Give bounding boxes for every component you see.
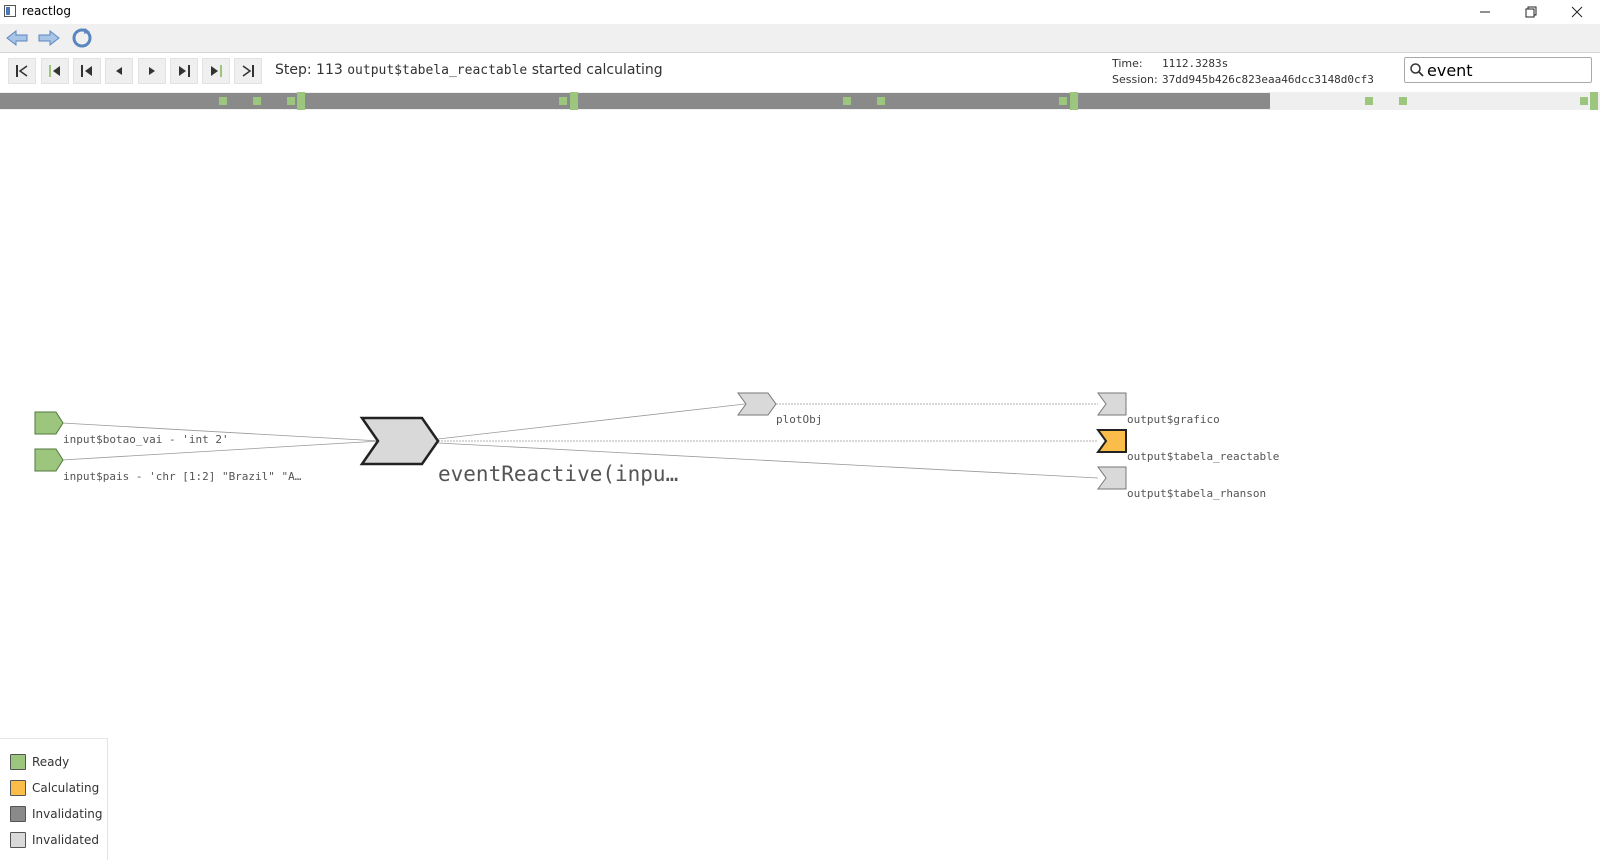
output-node-shape [1096,429,1127,453]
node-label: output$grafico [1127,413,1220,426]
status-legend: Ready Calculating Invalidating Invalidat… [0,738,108,860]
dependency-graph: input$botao_vai - 'int 2' input$pais - '… [34,392,1279,500]
invalidating-swatch [10,806,26,822]
legend-label: Invalidated [32,833,99,847]
input-node-shape [34,448,64,472]
legend-label: Ready [32,755,70,769]
node-plotobj[interactable]: plotObj [737,392,822,426]
node-label: input$botao_vai - 'int 2' [63,433,229,446]
calculating-swatch [10,780,26,796]
node-input-botao-vai[interactable]: input$botao_vai - 'int 2' [34,411,229,446]
output-node-shape [1097,392,1127,416]
input-node-shape [34,411,64,435]
invalidated-swatch [10,832,26,848]
node-label: output$tabela_reactable [1127,450,1279,463]
legend-label: Invalidating [32,807,103,821]
legend-ready: Ready [10,753,69,771]
legend-invalidated: Invalidated [10,831,99,849]
node-label: output$tabela_rhanson [1127,487,1266,500]
node-event-reactive[interactable]: eventReactive(inpu… [359,416,678,486]
legend-calculating: Calculating [10,779,99,797]
node-label: plotObj [776,413,822,426]
legend-invalidating: Invalidating [10,805,103,823]
node-label: input$pais - 'chr [1:2] "Brazil" "A… [63,470,302,483]
node-output-grafico[interactable]: output$grafico [1097,392,1220,426]
legend-label: Calculating [32,781,100,795]
node-output-tabela-rhanson[interactable]: output$tabela_rhanson [1097,466,1266,500]
output-node-shape [1097,466,1127,490]
node-input-pais[interactable]: input$pais - 'chr [1:2] "Brazil" "A… [34,448,302,483]
node-label: eventReactive(inpu… [438,462,678,486]
edge-event-to-plotobj [437,403,746,440]
ready-swatch [10,754,26,770]
node-output-tabela-reactable[interactable]: output$tabela_reactable [1096,429,1279,463]
